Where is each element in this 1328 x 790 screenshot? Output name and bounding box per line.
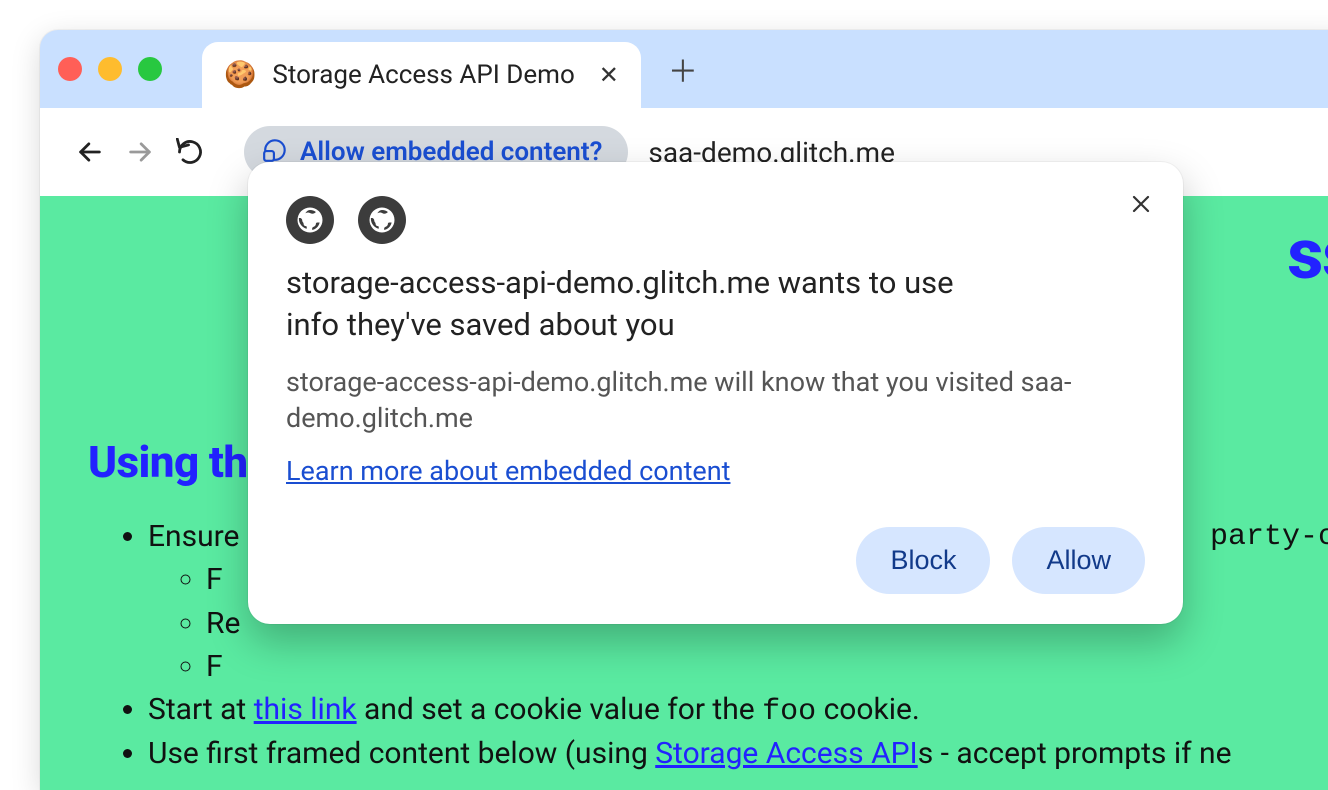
page-heading-fragment: ss A [1287,214,1328,296]
reload-button[interactable] [168,130,212,174]
list-item: F [206,645,1312,689]
fullscreen-window-button[interactable] [138,57,162,81]
close-tab-icon[interactable]: ✕ [599,61,619,89]
block-button[interactable]: Block [856,527,990,594]
close-window-button[interactable] [58,57,82,81]
storage-access-api-link[interactable]: Storage Access API [655,736,918,771]
globe-icon [358,196,406,244]
prompt-buttons: Block Allow [286,527,1145,594]
tab-strip: 🍪 Storage Access API Demo ✕ ＋ [40,30,1328,108]
prompt-icons [286,196,1145,244]
permission-prompt: storage-access-api-demo.glitch.me wants … [248,162,1183,624]
window-controls [58,57,162,81]
tab-favicon: 🍪 [224,62,256,88]
list-item: Use first framed content below (using St… [148,733,1312,775]
tab-title: Storage Access API Demo [272,60,574,90]
globe-icon [286,196,334,244]
arrow-left-icon [76,138,104,166]
arrow-right-icon [126,138,154,166]
prompt-subtitle: storage-access-api-demo.glitch.me will k… [286,364,1076,437]
new-tab-button[interactable]: ＋ [661,47,705,91]
close-icon [1129,192,1153,216]
list-item: Start at this link and set a cookie valu… [148,689,1312,733]
allow-button[interactable]: Allow [1012,527,1145,594]
this-link[interactable]: this link [254,692,357,727]
close-button[interactable] [1121,184,1161,224]
minimize-window-button[interactable] [98,57,122,81]
forward-button[interactable] [118,130,162,174]
reload-icon [176,138,204,166]
back-button[interactable] [68,130,112,174]
browser-tab[interactable]: 🍪 Storage Access API Demo ✕ [202,42,641,108]
flag-fragment: party-coo [1210,516,1328,558]
learn-more-link[interactable]: Learn more about embedded content [286,455,730,487]
prompt-title: storage-access-api-demo.glitch.me wants … [286,262,1006,346]
